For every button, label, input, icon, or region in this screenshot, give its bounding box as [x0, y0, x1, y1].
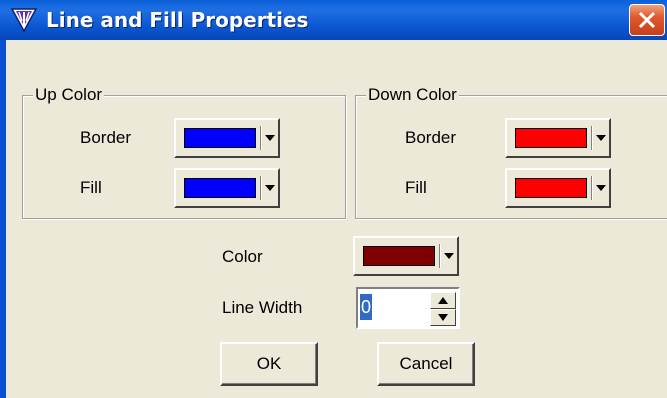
- dropdown-arrow-icon: [265, 135, 275, 141]
- picker-separator: [591, 126, 592, 150]
- line-width-value: 0: [360, 294, 373, 320]
- down-fill-swatch: [515, 178, 587, 198]
- dropdown-arrow-icon: [596, 185, 606, 191]
- down-arrow-icon: [438, 314, 448, 321]
- up-fill-swatch: [184, 178, 256, 198]
- picker-separator: [439, 244, 440, 268]
- line-width-spinner[interactable]: 0: [356, 287, 460, 329]
- up-fill-color-picker[interactable]: [174, 168, 280, 208]
- up-border-label: Border: [80, 128, 132, 147]
- up-color-legend: Up Color: [33, 85, 105, 105]
- down-fill-color-picker[interactable]: [505, 168, 611, 208]
- spin-up-button[interactable]: [430, 292, 456, 309]
- down-border-color-picker[interactable]: [505, 118, 611, 158]
- down-color-legend: Down Color: [366, 85, 459, 105]
- line-width-input[interactable]: 0: [360, 294, 373, 320]
- close-button[interactable]: [629, 4, 665, 36]
- dialog-title: Line and Fill Properties: [46, 8, 309, 32]
- picker-separator: [591, 176, 592, 200]
- title-bar[interactable]: Line and Fill Properties: [0, 0, 667, 40]
- down-border-label: Border: [405, 128, 457, 147]
- dropdown-arrow-icon: [596, 135, 606, 141]
- trident-logo-icon: [10, 8, 38, 33]
- dropdown-arrow-icon: [265, 185, 275, 191]
- line-color-label: Color: [222, 247, 263, 266]
- up-fill-label: Fill: [80, 178, 102, 197]
- up-border-swatch: [184, 128, 256, 148]
- up-border-color-picker[interactable]: [174, 118, 280, 158]
- line-color-swatch: [363, 246, 435, 266]
- line-width-label: Line Width: [222, 298, 303, 317]
- down-border-swatch: [515, 128, 587, 148]
- spinner-buttons: [430, 292, 456, 326]
- window-frame-edge: [0, 40, 6, 398]
- spin-down-button[interactable]: [430, 309, 456, 326]
- picker-separator: [260, 126, 261, 150]
- line-color-picker[interactable]: [353, 236, 459, 276]
- up-arrow-icon: [438, 297, 448, 304]
- ok-button[interactable]: OK: [220, 342, 318, 386]
- picker-separator: [260, 176, 261, 200]
- close-icon: [638, 11, 656, 29]
- line-fill-properties-dialog: Line and Fill Properties Up Color Border…: [0, 0, 667, 398]
- down-fill-label: Fill: [405, 178, 427, 197]
- dropdown-arrow-icon: [444, 253, 454, 259]
- cancel-button[interactable]: Cancel: [377, 342, 475, 386]
